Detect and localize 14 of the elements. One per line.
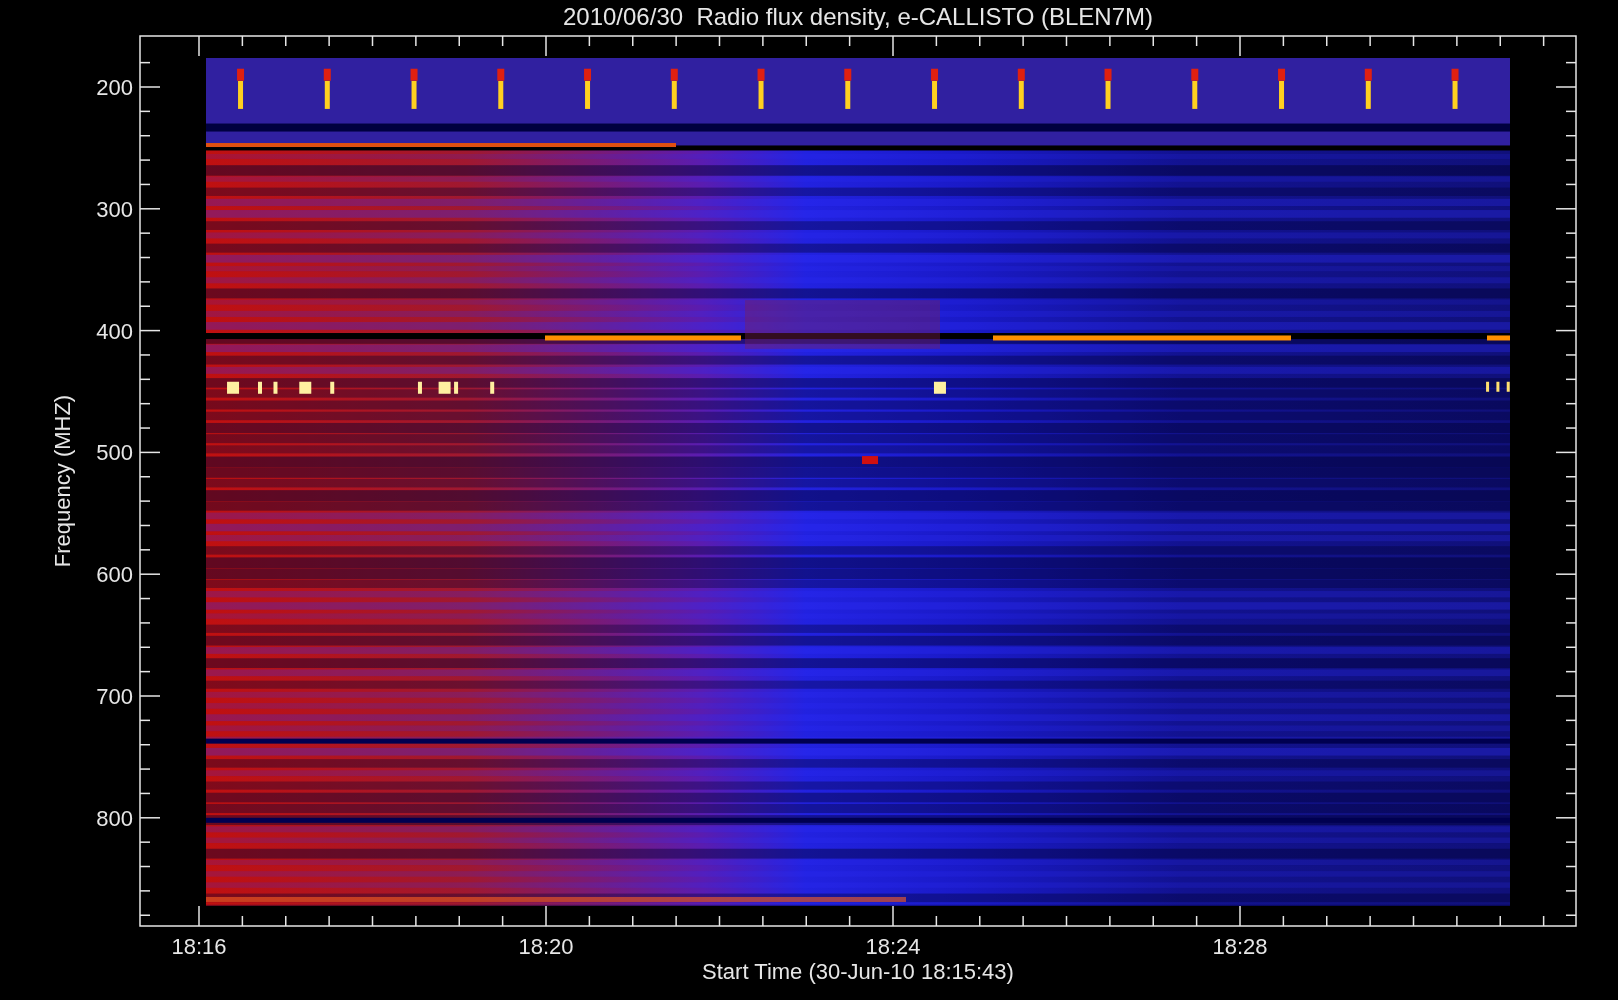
tick-label: 18:24 xyxy=(865,934,921,959)
tick-label: 800 xyxy=(96,805,133,831)
tick-label: 200 xyxy=(96,75,133,100)
tick-label: 700 xyxy=(96,684,133,709)
tick-label: 18:20 xyxy=(518,934,574,959)
tick-label: 18:28 xyxy=(1212,934,1268,959)
tick-label: 400 xyxy=(96,318,133,344)
tick-label: 18:16 xyxy=(171,934,227,959)
tick-label: 500 xyxy=(96,440,133,466)
chart-title: 2010/06/30 Radio flux density, e-CALLISTO (BLEN7M) xyxy=(562,3,1154,30)
tick-label: 300 xyxy=(96,196,133,222)
axis-title: Start Time (30-Jun-10 18:15:43) xyxy=(702,959,1014,984)
axis-title: Frequency (MHZ) xyxy=(50,394,75,568)
tick-label: 600 xyxy=(96,562,133,588)
